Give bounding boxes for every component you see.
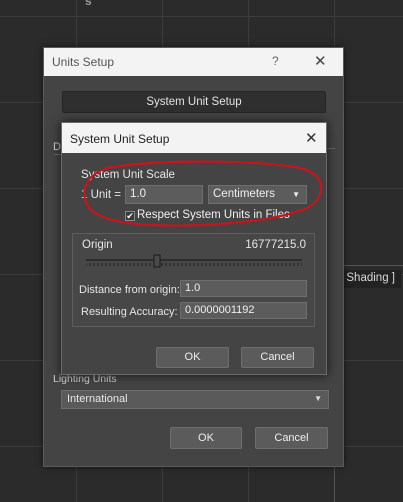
chevron-down-icon: ▼ <box>292 190 300 199</box>
close-icon[interactable]: ✕ <box>305 129 318 147</box>
origin-group: Origin 16777215.0 Distance from origin: … <box>72 233 315 327</box>
units-setup-titlebar[interactable]: Units Setup ? ✕ <box>44 48 343 76</box>
unit-prefix-label: 1 Unit = <box>81 189 121 201</box>
origin-value: 16777215.0 <box>245 239 306 251</box>
unit-type-dropdown[interactable]: Centimeters ▼ <box>208 185 307 204</box>
unit-type-value: Centimeters <box>213 188 275 200</box>
group-border-fragment <box>327 148 335 149</box>
system-unit-scale-label: System Unit Scale <box>81 169 175 181</box>
units-setup-title: Units Setup <box>52 55 115 69</box>
checkmark-icon: ✔ <box>126 211 134 221</box>
viewport-frame <box>334 265 403 502</box>
resulting-accuracy-field: 0.0000001192 <box>180 302 307 319</box>
system-unit-setup-title: System Unit Setup <box>70 132 170 146</box>
close-icon[interactable]: ✕ <box>314 52 327 70</box>
display-unit-scale-label-fragment: D <box>53 141 61 153</box>
ok-button[interactable]: OK <box>156 347 229 368</box>
ok-button[interactable]: OK <box>170 427 242 449</box>
resulting-accuracy-label: Resulting Accuracy: <box>81 306 178 318</box>
respect-units-label[interactable]: Respect System Units in Files <box>137 209 290 221</box>
viewport-shading-label[interactable]: [ Shading ] <box>338 270 401 288</box>
origin-label: Origin <box>82 239 113 251</box>
respect-units-checkbox[interactable]: ✔ <box>125 211 135 221</box>
system-unit-setup-titlebar[interactable]: System Unit Setup ✕ <box>62 123 326 153</box>
help-icon[interactable]: ? <box>272 54 279 68</box>
slider-thumb <box>153 254 161 268</box>
system-unit-setup-dialog: System Unit Setup ✕ System Unit Scale 1 … <box>61 122 327 375</box>
chevron-down-icon: ▼ <box>314 394 322 403</box>
system-unit-setup-button[interactable]: System Unit Setup <box>62 91 326 113</box>
viewport-label-fragment: s <box>85 0 92 8</box>
lighting-units-dropdown[interactable]: International ▼ <box>61 390 329 409</box>
cancel-button[interactable]: Cancel <box>241 347 314 368</box>
cancel-button[interactable]: Cancel <box>255 427 328 449</box>
distance-from-origin-label: Distance from origin: <box>79 284 180 296</box>
unit-scale-input[interactable]: 1.0 <box>125 185 203 204</box>
lighting-units-value: International <box>67 393 128 405</box>
origin-slider[interactable] <box>86 254 302 272</box>
distance-from-origin-input[interactable]: 1.0 <box>180 280 307 297</box>
